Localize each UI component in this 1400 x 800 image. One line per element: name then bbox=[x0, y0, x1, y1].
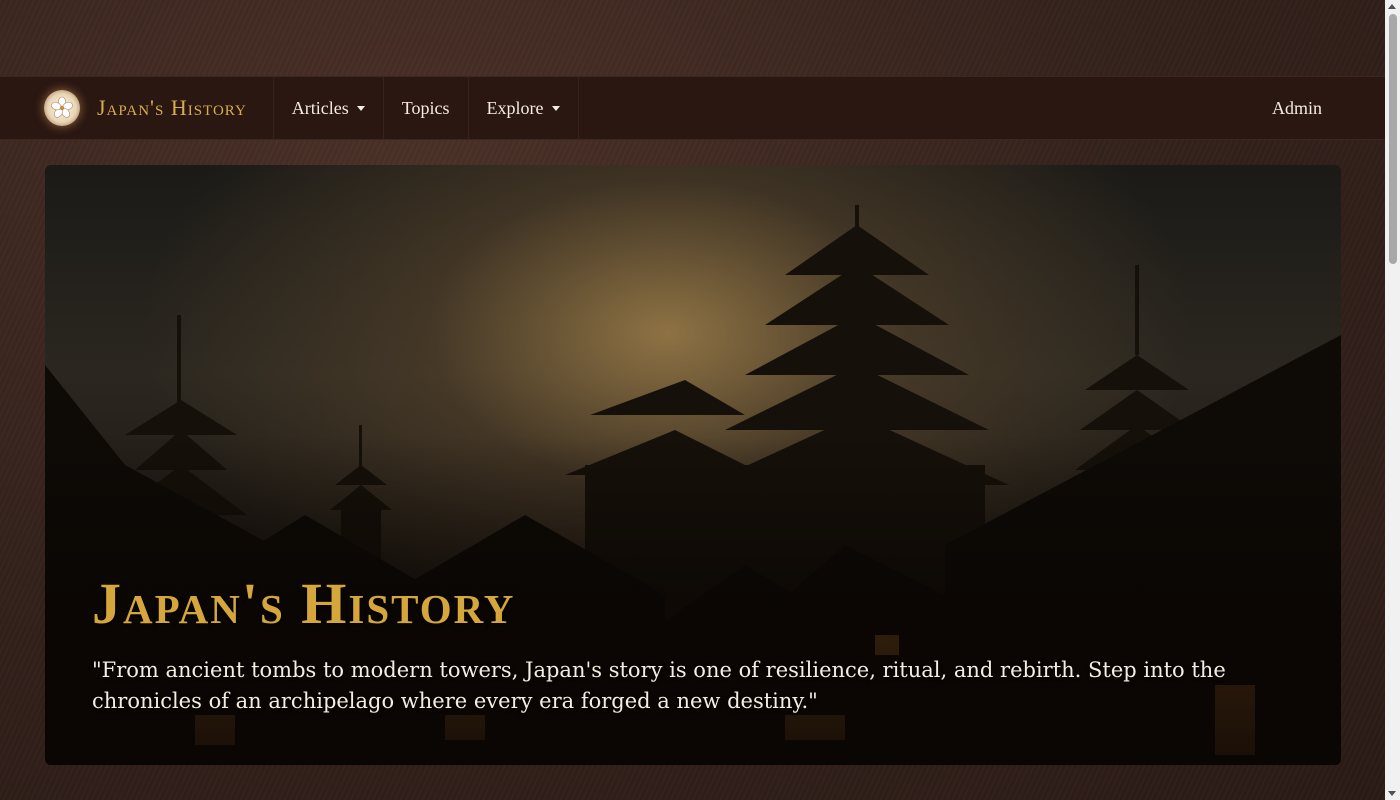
brand-name: Japan's History bbox=[97, 95, 247, 120]
brand-link[interactable]: Japan's History bbox=[0, 77, 273, 139]
hero-quote: "From ancient tombs to modern towers, Ja… bbox=[92, 658, 1226, 713]
nav-explore[interactable]: Explore bbox=[467, 77, 579, 139]
page-scrollbar[interactable] bbox=[1385, 0, 1400, 800]
chevron-down-icon bbox=[356, 105, 365, 111]
nav-articles-label: Articles bbox=[291, 97, 349, 118]
nav-explore-label: Explore bbox=[486, 97, 544, 118]
sakura-logo-icon bbox=[44, 90, 80, 126]
nav-topics-label: Topics bbox=[401, 97, 450, 118]
top-navbar: Japan's History Articles Topics Explore … bbox=[0, 76, 1385, 140]
scroll-up-icon[interactable] bbox=[1388, 4, 1396, 9]
nav-articles[interactable]: Articles bbox=[272, 77, 383, 139]
admin-link[interactable]: Admin bbox=[1272, 77, 1322, 139]
scroll-down-icon[interactable] bbox=[1388, 791, 1396, 796]
hero-banner: Japan's History "From ancient tombs to m… bbox=[45, 165, 1341, 765]
nav-topics[interactable]: Topics bbox=[382, 77, 468, 139]
hero-title: Japan's History bbox=[92, 571, 516, 636]
scroll-thumb[interactable] bbox=[1389, 14, 1397, 264]
chevron-down-icon bbox=[551, 105, 560, 111]
